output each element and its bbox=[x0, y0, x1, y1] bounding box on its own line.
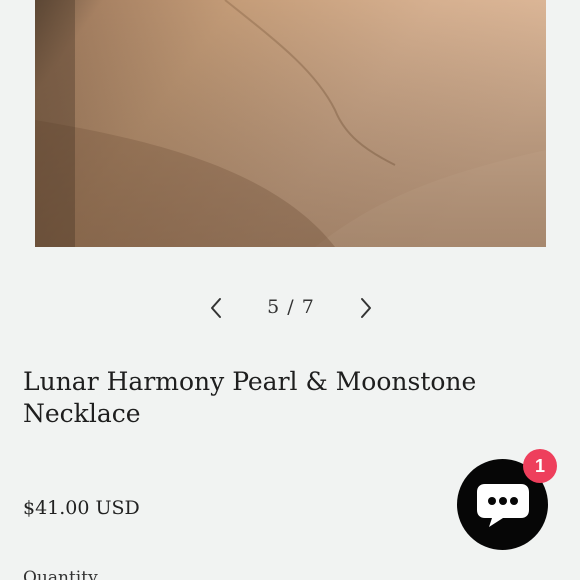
product-price: $41.00 USD bbox=[23, 497, 140, 519]
chat-bubble-icon bbox=[476, 483, 529, 527]
gallery-navigation: 5 / 7 bbox=[0, 290, 580, 326]
product-page: 5 / 7 Lunar Harmony Pearl & Moonstone Ne… bbox=[0, 0, 580, 580]
next-image-button[interactable] bbox=[348, 290, 384, 326]
quantity-label: Quantity bbox=[23, 568, 98, 580]
image-counter: 5 / 7 bbox=[267, 296, 315, 318]
previous-image-button[interactable] bbox=[198, 290, 234, 326]
product-image[interactable] bbox=[35, 0, 546, 247]
chevron-left-icon bbox=[211, 298, 221, 318]
chevron-right-icon bbox=[361, 298, 371, 318]
chat-notification-badge: 1 bbox=[523, 449, 557, 483]
product-photo bbox=[35, 0, 546, 247]
product-title: Lunar Harmony Pearl & Moonstone Necklace bbox=[23, 367, 477, 428]
